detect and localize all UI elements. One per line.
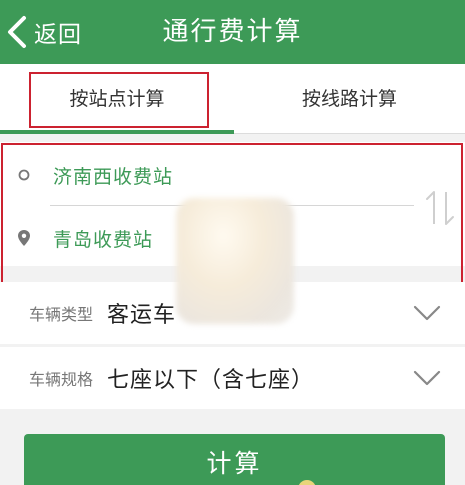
page-title: 通行费计算	[162, 17, 303, 47]
vehicle-type-label: 车辆类型	[29, 305, 94, 324]
tab-bar: 按站点计算 按线路计算	[0, 64, 465, 134]
destination-station[interactable]: 青岛收费站	[53, 225, 153, 252]
active-tab-indicator	[0, 130, 234, 134]
tab-by-route[interactable]: 按线路计算	[234, 64, 465, 134]
vehicle-spec-select[interactable]: 车辆规格 七座以下（含七座）	[0, 347, 465, 409]
vehicle-spec-value: 七座以下（含七座）	[107, 368, 315, 393]
calculate-button[interactable]: 计算	[24, 434, 445, 485]
chevron-down-icon	[413, 370, 441, 386]
origin-station-row[interactable]: 济南西收费站	[0, 145, 420, 205]
origin-station[interactable]: 济南西收费站	[53, 162, 173, 189]
vehicle-spec-label: 车辆规格	[29, 370, 94, 389]
swap-stations-icon[interactable]	[423, 186, 457, 230]
blur-overlay	[176, 198, 294, 324]
chevron-down-icon	[413, 305, 441, 321]
header-bar: 返回 通行费计算	[0, 0, 465, 64]
tab-by-station[interactable]: 按站点计算	[0, 64, 234, 134]
location-pin-icon	[15, 229, 33, 247]
origin-circle-icon	[15, 166, 33, 184]
vehicle-type-value: 客运车	[107, 303, 177, 328]
